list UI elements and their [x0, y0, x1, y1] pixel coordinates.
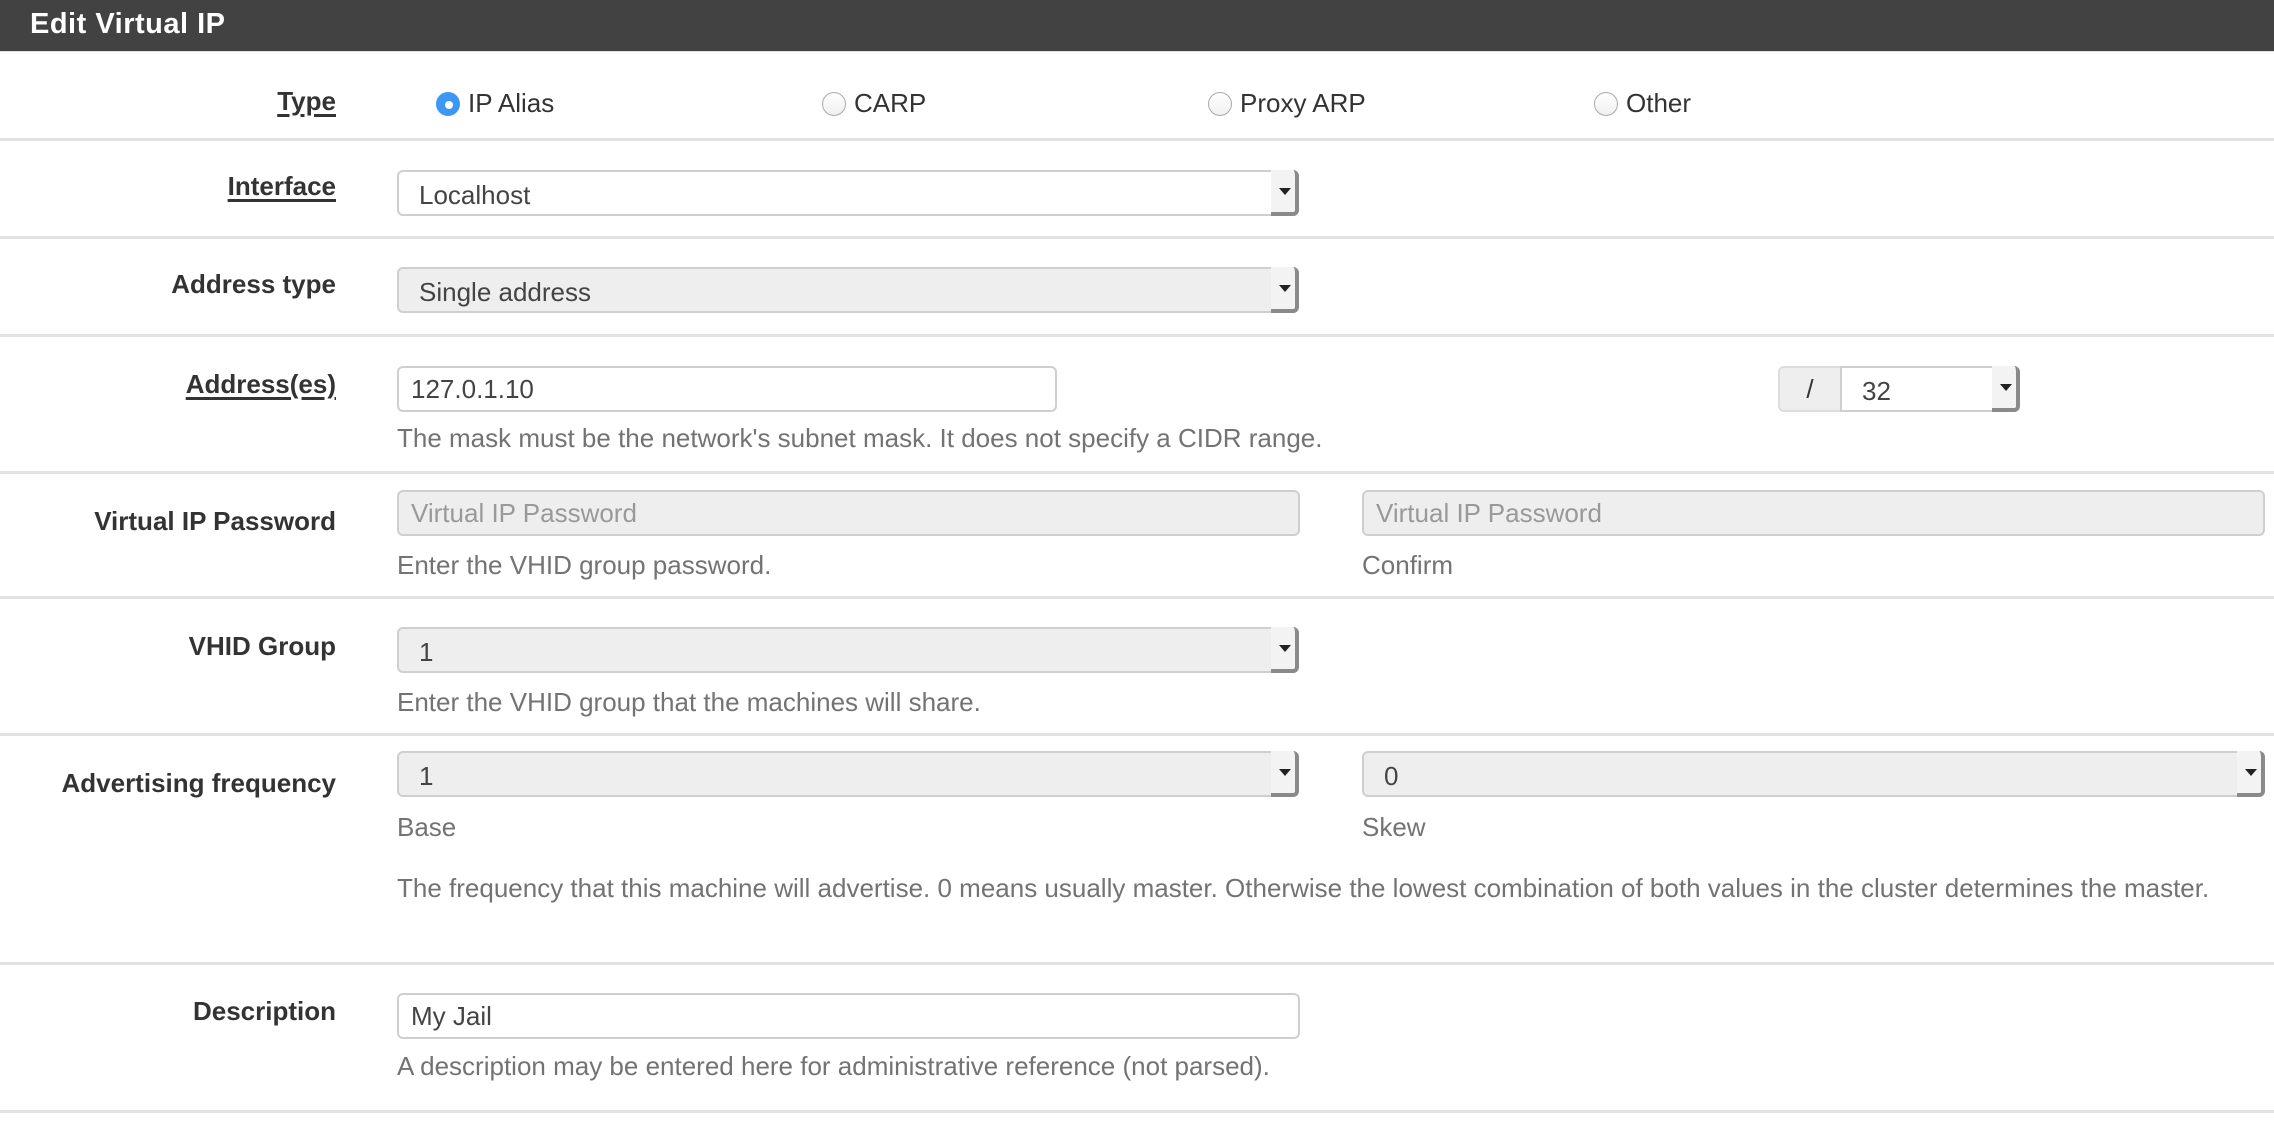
- address-type-select[interactable]: Single address: [397, 267, 1299, 313]
- chevron-down-icon[interactable]: [1271, 267, 1299, 313]
- advertising-frequency-label: Advertising frequency: [61, 768, 336, 798]
- type-option-other[interactable]: Other: [1594, 88, 1691, 119]
- type-option-carp[interactable]: CARP: [822, 88, 926, 119]
- advertising-frequency-row: Advertising frequency 1 0 Base Skew The …: [0, 736, 2274, 965]
- addresses-row: Address(es) / 32 The mask must be the ne…: [0, 337, 2274, 474]
- advertising-skew-value: 0: [1384, 761, 1399, 791]
- chevron-down-icon[interactable]: [1992, 366, 2020, 412]
- type-option-label: Proxy ARP: [1240, 88, 1366, 118]
- chevron-down-icon[interactable]: [1271, 751, 1299, 797]
- panel-header: Edit Virtual IP: [0, 0, 2274, 52]
- type-row: Type IP Alias CARP Proxy ARP Other: [0, 52, 2274, 141]
- vip-password-confirm-help: Confirm: [1362, 550, 1454, 580]
- subnet-mask-value: 32: [1862, 376, 1891, 406]
- vip-password-label: Virtual IP Password: [94, 506, 336, 536]
- vhid-group-help: Enter the VHID group that the machines w…: [397, 687, 981, 717]
- type-label[interactable]: Type: [277, 86, 336, 117]
- vip-password-confirm-input[interactable]: [1362, 490, 2265, 536]
- description-label: Description: [192, 996, 336, 1026]
- address-input[interactable]: [397, 366, 1057, 412]
- type-option-ip-alias[interactable]: IP Alias: [436, 88, 554, 119]
- interface-row: Interface Localhost: [0, 141, 2274, 239]
- address-type-select-value: Single address: [419, 277, 591, 307]
- type-option-proxy-arp[interactable]: Proxy ARP: [1208, 88, 1366, 119]
- type-option-label: CARP: [854, 88, 927, 118]
- description-help: A description may be entered here for ad…: [397, 1051, 1270, 1081]
- radio-unchecked-icon[interactable]: [822, 91, 846, 116]
- advertising-skew-help: Skew: [1362, 812, 1426, 842]
- advertising-base-select[interactable]: 1: [397, 751, 1299, 797]
- subnet-mask-select[interactable]: 32: [1840, 366, 2020, 412]
- addresses-label[interactable]: Address(es): [186, 369, 336, 400]
- advertising-base-value: 1: [419, 761, 434, 791]
- type-option-label: IP Alias: [468, 88, 555, 118]
- interface-label[interactable]: Interface: [228, 171, 336, 202]
- chevron-down-icon[interactable]: [1271, 627, 1299, 673]
- addresses-help: The mask must be the network's subnet ma…: [397, 423, 1323, 453]
- panel-title: Edit Virtual IP: [30, 8, 226, 40]
- subnet-separator: /: [1778, 366, 1840, 412]
- vhid-group-value: 1: [419, 637, 434, 667]
- address-type-label: Address type: [171, 269, 336, 299]
- interface-select[interactable]: Localhost: [397, 170, 1299, 216]
- advertising-base-help: Base: [397, 812, 457, 842]
- vhid-group-label: VHID Group: [188, 631, 336, 661]
- interface-select-value: Localhost: [419, 180, 531, 210]
- radio-unchecked-icon[interactable]: [1594, 91, 1618, 116]
- chevron-down-icon[interactable]: [1271, 170, 1299, 216]
- vip-password-input[interactable]: [397, 490, 1300, 536]
- advertising-frequency-help: The frequency that this machine will adv…: [397, 873, 2210, 903]
- address-type-row: Address type Single address: [0, 239, 2274, 337]
- vhid-group-row: VHID Group 1 Enter the VHID group that t…: [0, 599, 2274, 736]
- chevron-down-icon[interactable]: [2237, 751, 2265, 797]
- vip-password-help: Enter the VHID group password.: [397, 550, 772, 580]
- vip-password-row: Virtual IP Password Enter the VHID group…: [0, 474, 2274, 599]
- type-option-label: Other: [1626, 88, 1692, 118]
- advertising-skew-select[interactable]: 0: [1362, 751, 2265, 797]
- radio-checked-icon[interactable]: [436, 91, 460, 116]
- description-input[interactable]: [397, 993, 1300, 1039]
- description-row: Description A description may be entered…: [0, 965, 2274, 1113]
- radio-unchecked-icon[interactable]: [1208, 91, 1232, 116]
- vhid-group-select[interactable]: 1: [397, 627, 1299, 673]
